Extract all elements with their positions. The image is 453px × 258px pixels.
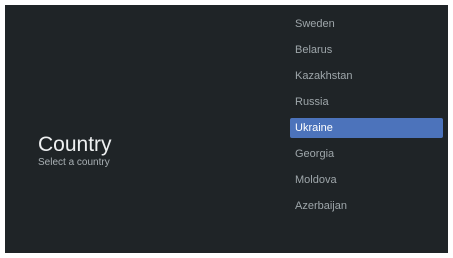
country-option-moldova[interactable]: Moldova: [290, 170, 443, 190]
country-list: Sweden Belarus Kazakhstan Russia Ukraine…: [290, 14, 443, 222]
country-option-belarus[interactable]: Belarus: [290, 40, 443, 60]
country-option-georgia[interactable]: Georgia: [290, 144, 443, 164]
country-option-sweden[interactable]: Sweden: [290, 14, 443, 34]
page-subtitle: Select a country: [38, 157, 110, 168]
country-option-kazakhstan[interactable]: Kazakhstan: [290, 66, 443, 86]
country-option-russia[interactable]: Russia: [290, 92, 443, 112]
heading: Country Select a country: [38, 133, 112, 169]
country-selection-screen: Country Select a country Sweden Belarus …: [5, 5, 448, 253]
country-option-ukraine[interactable]: Ukraine: [290, 118, 443, 138]
page-title: Country: [38, 133, 112, 156]
country-option-azerbaijan[interactable]: Azerbaijan: [290, 196, 443, 216]
